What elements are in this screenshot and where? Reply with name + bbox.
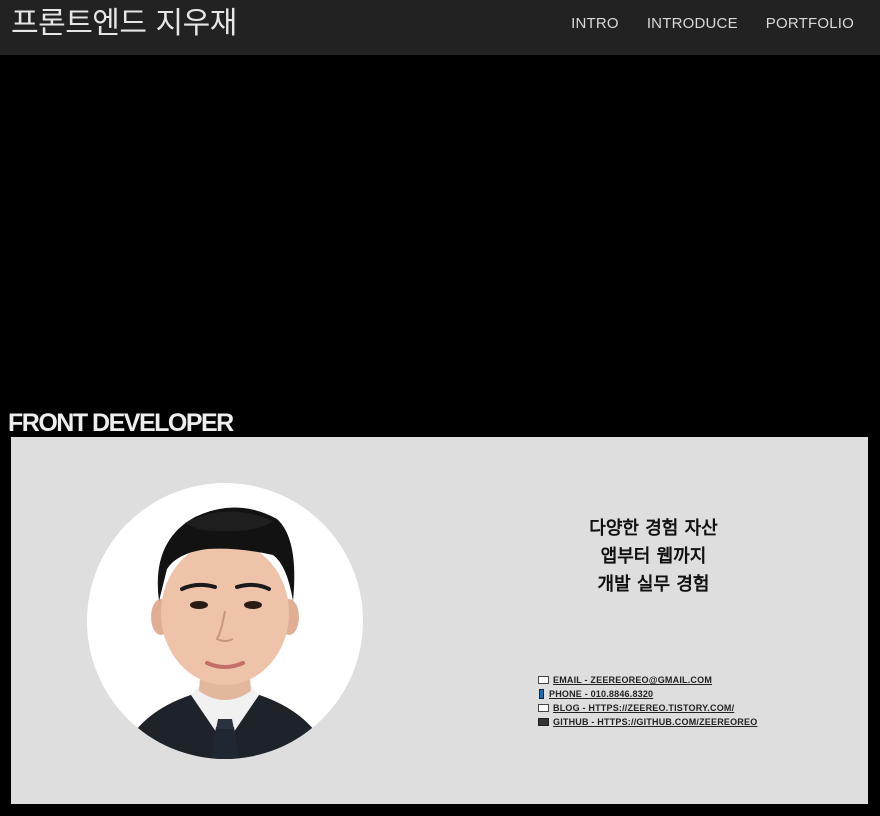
contact-github-text: GITHUB - HTTPS://GITHUB.COM/ZEEREOREO [553,717,758,727]
hero-title: FRONT DEVELOPER [8,409,234,437]
profile-photo [127,507,323,759]
tagline-line-2: 앱부터 웹까지 [600,546,707,567]
contact-blog[interactable]: BLOG - HTTPS://ZEEREO.TISTORY.COM/ [538,701,757,715]
blog-icon [538,704,549,712]
laptop-icon [538,718,549,726]
profile-card: 다양한 경험 자산 앱부터 웹까지 개발 실무 경험 EMAIL - ZEERE… [11,437,868,804]
nav-introduce[interactable]: INTRODUCE [647,15,738,33]
tagline-line-3: 개발 실무 경험 [597,574,710,595]
avatar [87,483,363,759]
main-nav: INTRO INTRODUCE PORTFOLIO [571,15,854,33]
contact-phone[interactable]: PHONE - 010.8846.8320 [538,687,757,701]
contact-email-text: EMAIL - ZEEREOREO@GMAIL.COM [553,675,713,685]
envelope-icon [538,676,549,684]
phone-icon [539,689,544,699]
contact-list: EMAIL - ZEEREOREO@GMAIL.COM PHONE - 010.… [538,673,757,729]
top-navbar: 프론트엔드 지우재 INTRO INTRODUCE PORTFOLIO [0,0,880,55]
nav-intro[interactable]: INTRO [571,15,619,33]
contact-blog-text: BLOG - HTTPS://ZEEREO.TISTORY.COM/ [553,703,735,713]
contact-phone-text: PHONE - 010.8846.8320 [549,689,654,699]
tagline-line-1: 다양한 경험 자산 [589,518,718,539]
nav-portfolio[interactable]: PORTFOLIO [766,15,854,33]
contact-github[interactable]: GITHUB - HTTPS://GITHUB.COM/ZEEREOREO [538,715,757,729]
contact-email[interactable]: EMAIL - ZEEREOREO@GMAIL.COM [538,673,757,687]
profile-tagline: 다양한 경험 자산 앱부터 웹까지 개발 실무 경험 [531,515,776,599]
site-brand[interactable]: 프론트엔드 지우재 [11,5,237,43]
